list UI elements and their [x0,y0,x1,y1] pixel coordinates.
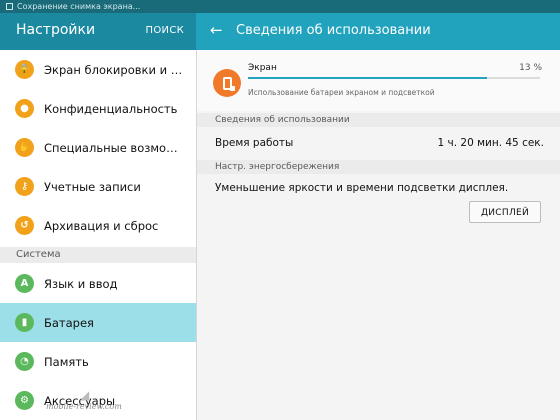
display-button[interactable]: ДИСПЛЕЙ [469,201,541,223]
sidebar-item-label: Учетные записи [44,179,141,194]
language-icon: A [15,274,34,293]
search-button[interactable]: ПОИСК [146,25,184,36]
settings-title: Настройки [16,22,96,38]
memory-icon: ◔ [15,352,34,371]
accessories-icon: ⚙ [15,391,34,410]
sidebar-item-memory[interactable]: ◔ Память [0,342,196,381]
page-title: Сведения об использовании [236,23,431,38]
sidebar-item-language-input[interactable]: A Язык и ввод [0,264,196,303]
sidebar-item-lock-screen[interactable]: 🔒 Экран блокировки и защ… [0,50,196,89]
section-header-power-saving: Настр. энергосбережения [197,160,560,174]
usage-detail-panel: Экран 13 % Использование батареи экраном… [197,50,560,420]
watermark-text: mobile-review.com [46,402,122,411]
back-arrow-icon[interactable]: ← [210,21,223,39]
sidebar-item-accessibility[interactable]: ✋ Специальные возможно… [0,128,196,167]
detail-header: ← Сведения об использовании [196,13,560,50]
screenshot-notification: Сохранение снимка экрана... [6,0,140,13]
watermark-logo-icon: ◢ [80,388,90,402]
lock-icon: 🔒 [15,60,34,79]
sidebar-item-privacy[interactable]: ● Конфиденциальность [0,89,196,128]
runtime-value: 1 ч. 20 мин. 45 сек. [437,137,545,149]
hand-icon: ✋ [15,138,34,157]
shield-icon: ● [15,99,34,118]
screen-usage-icon [213,69,241,97]
usage-percent: 13 % [519,63,542,73]
runtime-label: Время работы [215,137,294,149]
sidebar-item-accounts[interactable]: ⚷ Учетные записи [0,167,196,206]
sidebar-item-label: Экран блокировки и защ… [44,62,184,77]
backup-icon: ↺ [15,216,34,235]
key-icon: ⚷ [15,177,34,196]
sidebar-item-label: Язык и ввод [44,276,118,291]
battery-icon: ▮ [15,313,34,332]
section-header-usage-info: Сведения об использовании [197,113,560,127]
sidebar-item-label: Батарея [44,315,94,330]
settings-sidebar: 🔒 Экран блокировки и защ… ● Конфиденциал… [0,50,196,420]
sidebar-item-backup-reset[interactable]: ↺ Архивация и сброс [0,206,196,245]
status-bar: Сохранение снимка экрана... [0,0,560,13]
sidebar-item-label: Конфиденциальность [44,101,178,116]
notification-text: Сохранение снимка экрана... [17,2,141,11]
settings-header: Настройки ПОИСК [0,13,196,50]
screenshot-icon [6,3,13,10]
screen-usage-card: Экран 13 % Использование батареи экраном… [197,50,560,111]
power-saving-text: Уменьшение яркости и времени подсветки д… [215,182,509,194]
section-header-system: Система [0,247,196,263]
sidebar-item-battery[interactable]: ▮ Батарея [0,303,196,342]
sidebar-item-accessories[interactable]: ⚙ Аксессуары [0,381,196,420]
sidebar-item-label: Архивация и сброс [44,218,159,233]
usage-description: Использование батареи экраном и подсветк… [248,88,435,97]
usage-progress-bar [248,77,540,79]
sidebar-item-label: Память [44,354,89,369]
sidebar-item-label: Специальные возможно… [44,140,184,155]
usage-progress-fill [248,77,488,79]
usage-item-name: Экран [248,63,277,73]
